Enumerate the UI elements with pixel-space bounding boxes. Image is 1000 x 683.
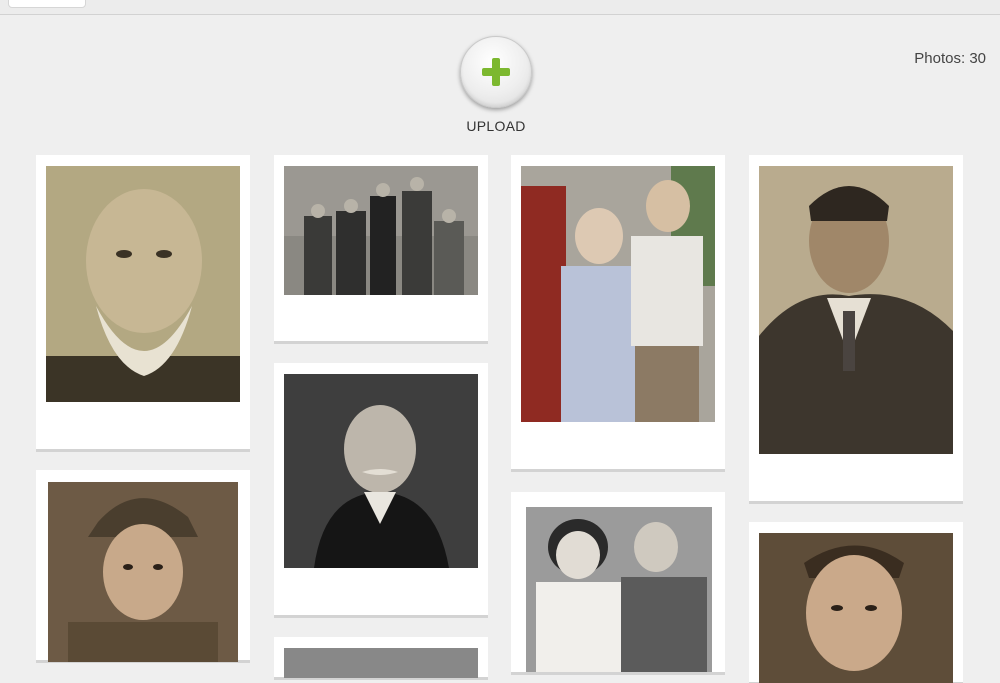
photo-card[interactable] (749, 155, 963, 501)
photo-partial (284, 648, 478, 678)
photo-card[interactable] (511, 492, 725, 672)
couple-photo (526, 507, 712, 672)
soldier-photo (48, 482, 238, 662)
upload-label: UPLOAD (466, 118, 526, 134)
photo-card[interactable] (36, 155, 250, 449)
photo-card[interactable] (511, 155, 725, 469)
photo-card[interactable] (749, 522, 963, 683)
photo-card[interactable] (274, 637, 488, 678)
photo-card[interactable] (274, 363, 488, 615)
photo-card[interactable] (36, 470, 250, 662)
photo-card[interactable] (274, 155, 488, 341)
plus-icon (482, 58, 510, 86)
young-man-photo (759, 533, 953, 683)
family-group-photo (284, 166, 478, 295)
top-toolbar (0, 0, 1000, 15)
mustached-man-photo (284, 374, 478, 568)
bearded-elder-photo (46, 166, 240, 402)
photo-count: Photos: 30 (914, 50, 986, 67)
toolbar-tab[interactable] (8, 0, 86, 8)
elderly-couple-photo (521, 166, 715, 422)
man-in-suit-photo (759, 166, 953, 454)
upload-button[interactable] (460, 36, 532, 108)
